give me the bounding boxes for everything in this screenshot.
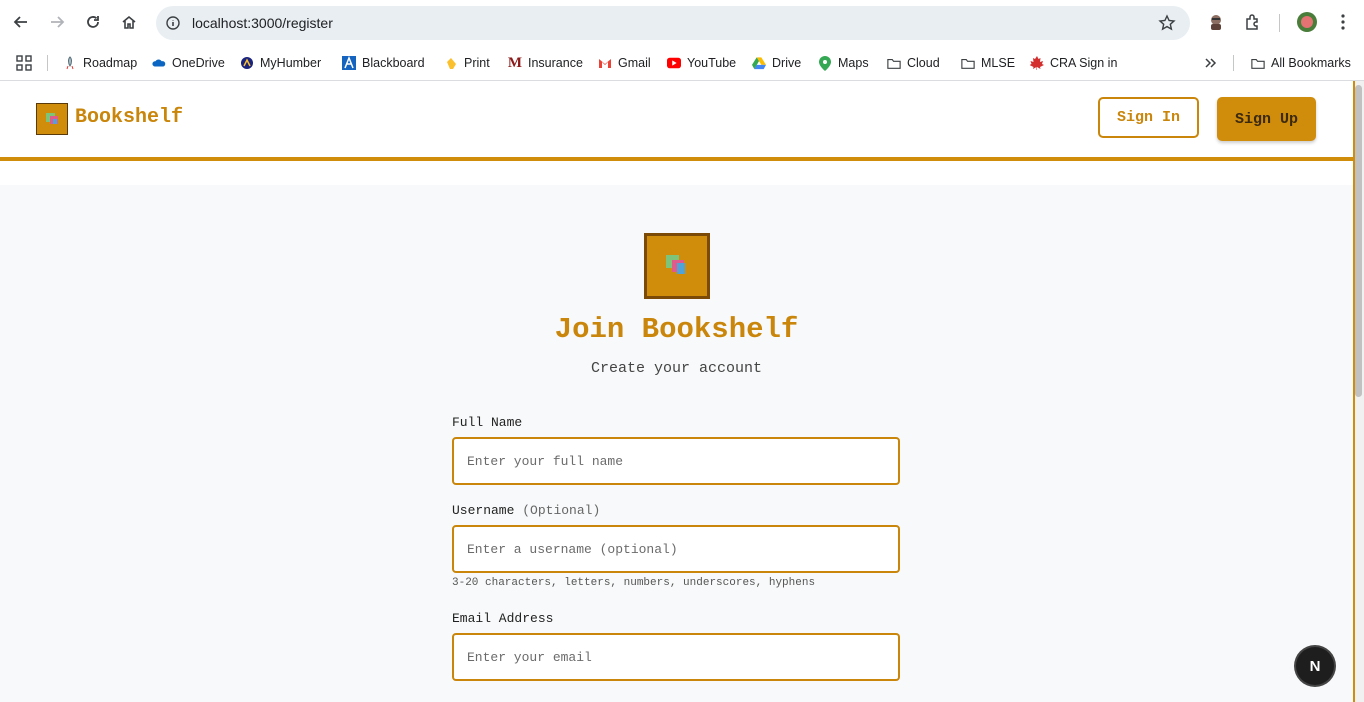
url-text: localhost:3000/register bbox=[192, 15, 333, 31]
profile-extension-icon[interactable] bbox=[1205, 11, 1227, 33]
bookshelf-logo-icon bbox=[644, 233, 710, 299]
rocket-icon bbox=[63, 56, 77, 70]
bookmark-mlse[interactable]: MLSE bbox=[961, 53, 1015, 73]
hand-icon bbox=[444, 56, 458, 70]
sign-in-button[interactable]: Sign In bbox=[1098, 97, 1199, 138]
sign-up-button[interactable]: Sign Up bbox=[1217, 97, 1316, 141]
optional-tag: (Optional) bbox=[522, 503, 601, 518]
username-label-text: Username bbox=[452, 503, 515, 518]
more-bookmarks-icon[interactable] bbox=[1203, 53, 1217, 73]
reload-icon[interactable] bbox=[82, 11, 104, 33]
bookmark-maps[interactable]: Maps bbox=[818, 53, 869, 73]
site-header: Bookshelf Sign In Sign Up bbox=[0, 81, 1353, 161]
page-scrollbar[interactable] bbox=[1353, 81, 1364, 702]
back-icon[interactable] bbox=[10, 11, 32, 33]
maple-leaf-icon bbox=[1030, 56, 1044, 70]
bookmark-drive[interactable]: Drive bbox=[752, 53, 801, 73]
insurance-icon: M bbox=[507, 54, 523, 71]
username-label: Username (Optional) bbox=[452, 503, 600, 518]
bookmark-cra-sign-in[interactable]: CRA Sign in bbox=[1030, 53, 1117, 73]
folder-icon bbox=[1251, 56, 1265, 70]
email-input[interactable] bbox=[452, 633, 900, 681]
email-label: Email Address bbox=[452, 611, 554, 626]
folder-icon bbox=[961, 56, 975, 70]
next-dev-indicator[interactable]: N bbox=[1296, 647, 1334, 685]
browser-toolbar: localhost:3000/register bbox=[0, 0, 1364, 46]
bookmark-blackboard[interactable]: Blackboard bbox=[342, 53, 425, 73]
gmail-icon bbox=[598, 56, 612, 70]
page-viewport: Bookshelf Sign In Sign Up Join Bookshelf… bbox=[0, 81, 1353, 702]
username-hint: 3-20 characters, letters, numbers, under… bbox=[452, 577, 816, 589]
google-drive-icon bbox=[752, 56, 766, 70]
username-input[interactable] bbox=[452, 525, 900, 573]
extensions-icon[interactable] bbox=[1242, 11, 1264, 33]
avatar[interactable] bbox=[1296, 11, 1318, 33]
bookmark-myhumber[interactable]: MyHumber bbox=[240, 53, 321, 73]
bookmark-gmail[interactable]: Gmail bbox=[598, 53, 651, 73]
brand-name[interactable]: Bookshelf bbox=[75, 106, 183, 129]
apps-icon[interactable] bbox=[16, 53, 32, 73]
scrollbar-thumb[interactable] bbox=[1355, 85, 1362, 397]
header-band bbox=[0, 161, 1353, 185]
bookmark-onedrive[interactable]: OneDrive bbox=[152, 53, 225, 73]
youtube-icon bbox=[667, 56, 681, 70]
blackboard-icon bbox=[342, 56, 356, 70]
bookmarks-bar: Roadmap OneDrive MyHumber Blackboard Pri… bbox=[0, 46, 1364, 81]
logo-icon[interactable] bbox=[36, 103, 68, 135]
site-info-icon[interactable] bbox=[164, 14, 182, 32]
bookmark-youtube[interactable]: YouTube bbox=[667, 53, 736, 73]
toolbar-divider bbox=[1279, 14, 1280, 32]
folder-icon bbox=[887, 56, 901, 70]
full-name-input[interactable] bbox=[452, 437, 900, 485]
myhumber-icon bbox=[240, 56, 254, 70]
bookmark-star-icon[interactable] bbox=[1158, 14, 1176, 37]
maps-pin-icon bbox=[818, 55, 832, 71]
all-bookmarks[interactable]: All Bookmarks bbox=[1251, 53, 1351, 73]
forward-icon[interactable] bbox=[46, 11, 68, 33]
page-subtitle: Create your account bbox=[590, 360, 763, 377]
bookmark-roadmap[interactable]: Roadmap bbox=[63, 53, 137, 73]
bookmark-insurance[interactable]: M Insurance bbox=[508, 53, 583, 73]
page-title: Join Bookshelf bbox=[554, 313, 799, 346]
full-name-label: Full Name bbox=[452, 415, 523, 430]
home-icon[interactable] bbox=[118, 11, 140, 33]
onedrive-icon bbox=[152, 56, 166, 70]
bookmark-cloud[interactable]: Cloud bbox=[887, 53, 940, 73]
address-bar[interactable]: localhost:3000/register bbox=[156, 6, 1190, 40]
bookmark-print[interactable]: Print bbox=[444, 53, 490, 73]
menu-icon[interactable] bbox=[1332, 11, 1354, 33]
